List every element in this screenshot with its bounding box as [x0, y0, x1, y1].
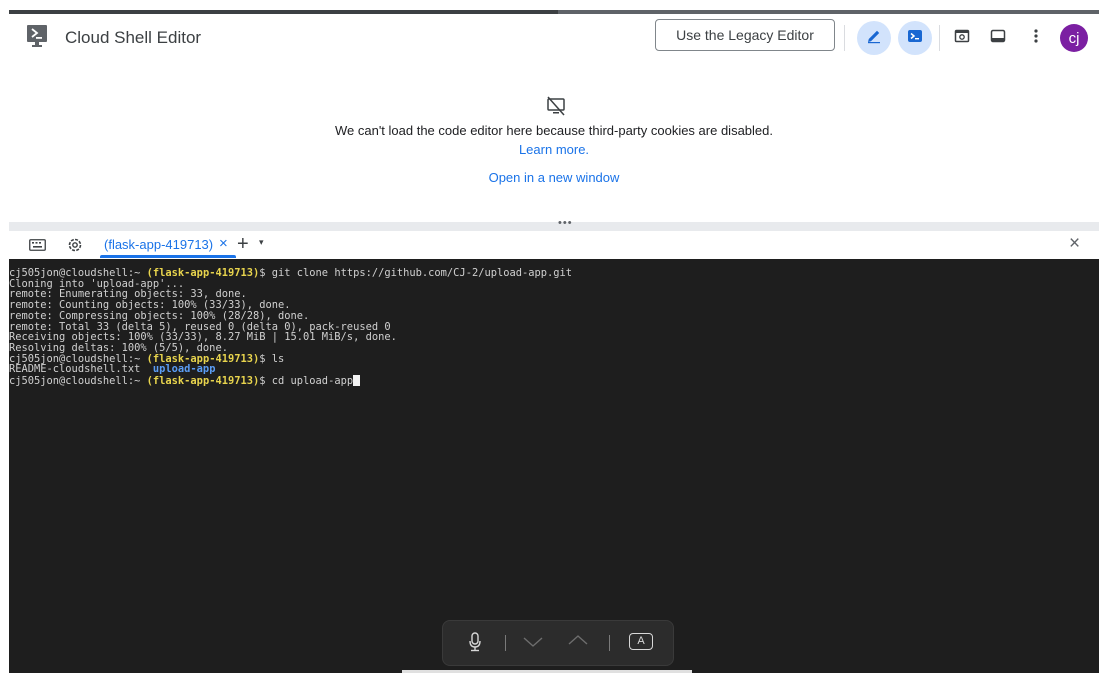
avatar[interactable]: cj [1060, 24, 1088, 52]
terminal-icon [907, 28, 923, 49]
dropdown-caret-icon[interactable]: ▾ [259, 237, 264, 248]
divider [844, 25, 845, 51]
cookies-disabled-text: We can't load the code editor here becau… [334, 123, 773, 138]
app-bar: Cloud Shell Editor Use the Legacy Editor… [9, 14, 1099, 62]
desktop-off-icon [546, 96, 566, 121]
prompt-project: (flask-app-419713) [146, 375, 260, 388]
terminal-mode-button[interactable] [898, 21, 932, 55]
terminal-cursor [353, 375, 361, 387]
toolbar-divider [609, 635, 610, 651]
open-new-window-link[interactable]: Open in a new window [9, 170, 1099, 185]
editor-unavailable-message: We can't load the code editor here becau… [9, 62, 1099, 222]
keyboard-a-icon[interactable]: A [629, 633, 653, 650]
keyboard-icon[interactable] [29, 238, 46, 256]
terminal-line: README-cloudshell.txt upload-app [9, 364, 572, 375]
settings-gear-icon[interactable] [66, 236, 84, 259]
prompt-command: $ cd upload-app [259, 375, 354, 388]
editor-mode-button[interactable] [857, 21, 891, 55]
drag-handle-icon[interactable]: ••• [558, 217, 573, 229]
pencil-icon [866, 28, 882, 49]
app-title: Cloud Shell Editor [65, 28, 202, 47]
web-preview-icon [954, 28, 970, 49]
prompt-command: $ ls [259, 352, 285, 365]
terminal-tab[interactable]: (flask-app-419713) × [100, 231, 236, 259]
cloud-shell-logo-icon [27, 25, 47, 49]
file-name: README-cloudshell.txt [9, 363, 153, 376]
terminal-lines: cj505jon@cloudshell:~ (flask-app-419713)… [9, 268, 572, 387]
panel-splitter[interactable]: ••• [9, 217, 1099, 231]
microphone-icon[interactable] [469, 632, 481, 655]
chevron-up-icon[interactable] [568, 635, 588, 648]
web-preview-button[interactable] [945, 21, 979, 55]
directory-name: upload-app [152, 363, 216, 376]
add-tab-icon[interactable]: + [237, 233, 249, 256]
chevron-down-icon[interactable] [523, 637, 543, 650]
divider [939, 25, 940, 51]
legacy-editor-button[interactable]: Use the Legacy Editor [655, 19, 835, 51]
panel-bottom-icon [990, 28, 1006, 49]
panel-toggle-button[interactable] [981, 21, 1015, 55]
toolbar-divider [505, 635, 506, 651]
more-options-button[interactable] [1019, 21, 1053, 55]
terminal-line: remote: Compressing objects: 100% (28/28… [9, 309, 310, 322]
active-tab-indicator [100, 255, 236, 258]
more-vert-icon [1034, 28, 1038, 49]
prompt-user: cj505jon@cloudshell:~ [9, 375, 147, 388]
tab-close-icon[interactable]: × [219, 235, 228, 252]
floating-toolbar: A [442, 620, 674, 666]
learn-more-link[interactable]: Learn more. [9, 142, 1099, 157]
terminal-output[interactable]: cj505jon@cloudshell:~ (flask-app-419713)… [9, 259, 1099, 673]
terminal-tab-bar: (flask-app-419713) × + ▾ × [9, 231, 1099, 259]
terminal-tab-label: (flask-app-419713) [104, 237, 214, 252]
prompt-command: $ git clone https://github.com/CJ-2/uplo… [259, 267, 573, 279]
terminal-line: cj505jon@cloudshell:~ (flask-app-419713)… [9, 375, 572, 387]
close-terminal-icon[interactable]: × [1069, 233, 1080, 255]
